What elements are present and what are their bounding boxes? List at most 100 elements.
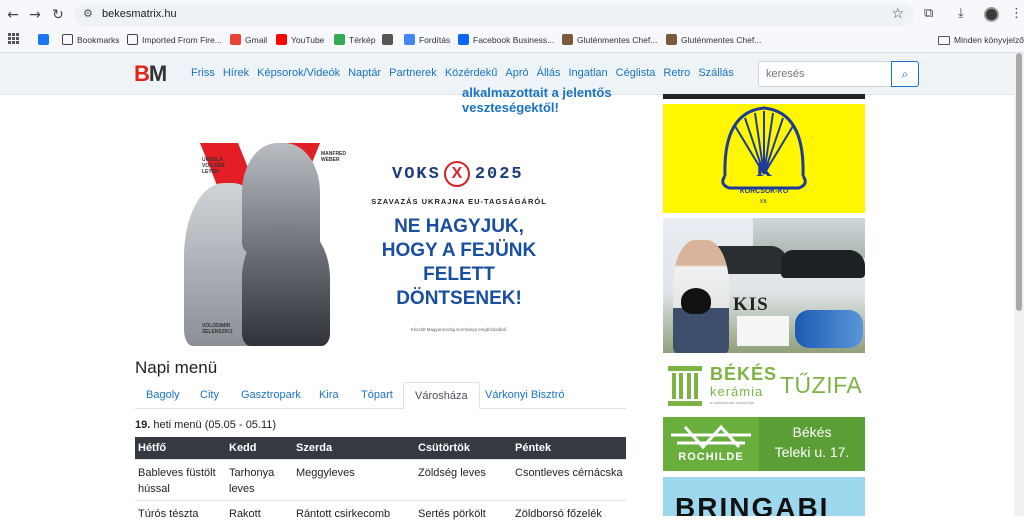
apps-icon[interactable] — [8, 33, 19, 47]
tab-gasztropark[interactable]: Gasztropark — [230, 382, 312, 409]
korcsok-name: KORCSOK-KŐ — [739, 188, 789, 195]
svg-text:K: K — [756, 159, 772, 181]
bookmark-item[interactable]: Gmail — [230, 33, 267, 47]
nav-item[interactable]: Céglista — [616, 67, 656, 79]
forward-icon[interactable]: → — [26, 6, 44, 24]
site-info-icon[interactable]: ⚙ — [83, 7, 93, 20]
tab-bagoly[interactable]: Bagoly — [135, 382, 191, 409]
tab-várkonyi-bisztró[interactable]: Várkonyi Bisztró — [474, 382, 575, 409]
tab-városháza[interactable]: Városháza — [403, 382, 480, 409]
nav-item[interactable]: Ingatlan — [569, 67, 608, 79]
sidebar-ad-rochilde[interactable]: ROCHILDE Békés Teleki u. 17. — [663, 417, 865, 471]
bookmark-label: Bookmarks — [77, 35, 120, 45]
korcsok-sub: Kft. — [760, 199, 768, 205]
bookmark-item[interactable]: Gluténmentes Chef... — [562, 33, 657, 47]
nav-item[interactable]: Szállás — [698, 67, 733, 79]
reload-icon[interactable]: ↻ — [49, 6, 67, 24]
globe-icon — [382, 34, 393, 45]
sidebar-ad-kis-auto[interactable]: KIS — [663, 218, 865, 353]
all-bookmarks-folder[interactable]: Minden könyvjelző — [938, 33, 1024, 47]
ad-slogan-line: FELETT — [423, 264, 495, 285]
sidebar-ad-bringabi[interactable]: BRINGABI — [663, 477, 865, 516]
bookmark-item[interactable]: Facebook Business... — [458, 33, 554, 47]
nav-item[interactable]: Apró — [505, 67, 528, 79]
nav-item[interactable]: Képsorok/Videók — [257, 67, 340, 79]
back-icon[interactable]: ← — [4, 6, 22, 24]
sidebar-ad-bekes-keramia[interactable]: BÉKÉS kerámia a barkácsolás szakértője T… — [663, 360, 865, 412]
scrollbar-thumb[interactable] — [1016, 53, 1022, 311]
bookmark-item[interactable]: Bookmarks — [62, 33, 120, 47]
all-bookmarks-label: Minden könyvjelző — [954, 35, 1024, 45]
bookmark-item[interactable]: Imported From Fire... — [127, 33, 222, 47]
week-number: 19. — [135, 419, 151, 431]
bookmark-item[interactable]: Gluténmentes Chef... — [666, 33, 761, 47]
page-scrollbar[interactable] — [1014, 53, 1024, 516]
bookmark-item[interactable] — [38, 33, 53, 47]
folder-icon — [127, 34, 138, 45]
bookmark-item[interactable]: YouTube — [276, 33, 324, 47]
menu-cell: Tarhonya leves — [226, 458, 293, 500]
menu-cell: Meggyleves — [293, 458, 415, 500]
bookmark-label: Fordítás — [419, 35, 451, 45]
sidebar-ad-korcsok[interactable]: K KORCSOK-KŐ Kft. — [663, 104, 865, 213]
search-icon: ⌕ — [901, 67, 909, 81]
site-logo[interactable]: BM — [134, 61, 167, 86]
bookmark-label: Gluténmentes Chef... — [681, 35, 762, 45]
chef-icon — [666, 34, 677, 45]
menu-cell: Zöldség leves — [415, 458, 512, 500]
menu-table-header: Hétfő Kedd Szerda Csütörtök Péntek — [135, 437, 626, 459]
car-image-2 — [781, 250, 865, 278]
url-text: bekesmatrix.hu — [102, 8, 177, 20]
banner-ad-voks2025[interactable]: URSULA VON DER LEYEN MANFRED WEBER VOLOD… — [178, 143, 578, 346]
menu-day-header: Kedd — [226, 437, 293, 459]
folder-icon — [938, 36, 950, 45]
maps-icon — [334, 34, 345, 45]
ad-name-right: MANFRED WEBER — [321, 151, 346, 163]
teleki-line1: Békés — [792, 424, 832, 440]
nav-item[interactable]: Közérdekű — [445, 67, 498, 79]
menu-icon[interactable]: ⋮ — [1010, 6, 1023, 21]
bookmark-label: Facebook Business... — [473, 35, 555, 45]
ad-slogan-line: NE HAGYJUK, — [394, 216, 524, 237]
nav-item[interactable]: Naptár — [348, 67, 381, 79]
tab-kira[interactable]: Kira — [308, 382, 350, 409]
bookmark-item[interactable]: Térkép — [334, 33, 375, 47]
nav-item[interactable]: Hírek — [223, 67, 249, 79]
download-icon[interactable]: ⤓ — [958, 6, 964, 21]
ad-slogan-line: HOGY A FEJÜNK — [381, 240, 537, 261]
nav-item[interactable]: Friss — [191, 67, 215, 79]
bookmark-label: Gmail — [245, 35, 268, 45]
menu-cell: Bableves füstölt hússal — [135, 458, 226, 500]
korcsok-logo-graphic: K — [721, 106, 807, 190]
menu-day-header: Hétfő — [135, 437, 226, 459]
bookmark-item[interactable]: Fordítás — [404, 33, 450, 47]
ad-subtitle: SZAVAZÁS UKRAJNA EU-TAGSÁGÁRÓL — [371, 197, 547, 206]
meta-icon — [458, 34, 469, 45]
tab-tópart[interactable]: Tópart — [350, 382, 404, 409]
nav-item[interactable]: Partnerek — [389, 67, 437, 79]
rochilde-logo: ROCHILDE — [663, 417, 759, 471]
menu-cell: Zöldborsó főzelék — [512, 499, 626, 525]
profile-avatar[interactable] — [984, 7, 999, 22]
menu-day-header: Szerda — [293, 437, 415, 459]
bookmark-item[interactable] — [382, 33, 397, 47]
address-bar[interactable]: ⚙ bekesmatrix.hu ☆ — [74, 4, 914, 26]
nav-item[interactable]: Retro — [663, 67, 690, 79]
bookmark-label: YouTube — [291, 35, 325, 45]
table-row: Bableves füstölt hússal Tarhonya leves Meg… — [135, 458, 626, 500]
article-headline-fragment[interactable]: alkalmazottait a jelentős veszteségektől… — [462, 85, 642, 115]
chef-icon — [562, 34, 573, 45]
extensions-icon[interactable]: ⧉ — [924, 6, 933, 21]
bookmark-star-icon[interactable]: ☆ — [891, 6, 904, 22]
tab-city[interactable]: City — [189, 382, 230, 409]
search-button[interactable]: ⌕ — [891, 61, 919, 87]
sidebar-ad-top-strip — [663, 94, 865, 99]
menu-section-title: Napi menü — [135, 358, 218, 377]
week-text: heti menü (05.05 - 05.11) — [153, 419, 277, 431]
translate-icon — [404, 34, 415, 45]
search-input[interactable] — [758, 61, 892, 87]
portrait-photo-center — [242, 223, 330, 346]
rochilde-name: ROCHILDE — [678, 451, 744, 463]
nav-item[interactable]: Állás — [537, 67, 561, 79]
logo-m: M — [148, 61, 167, 86]
